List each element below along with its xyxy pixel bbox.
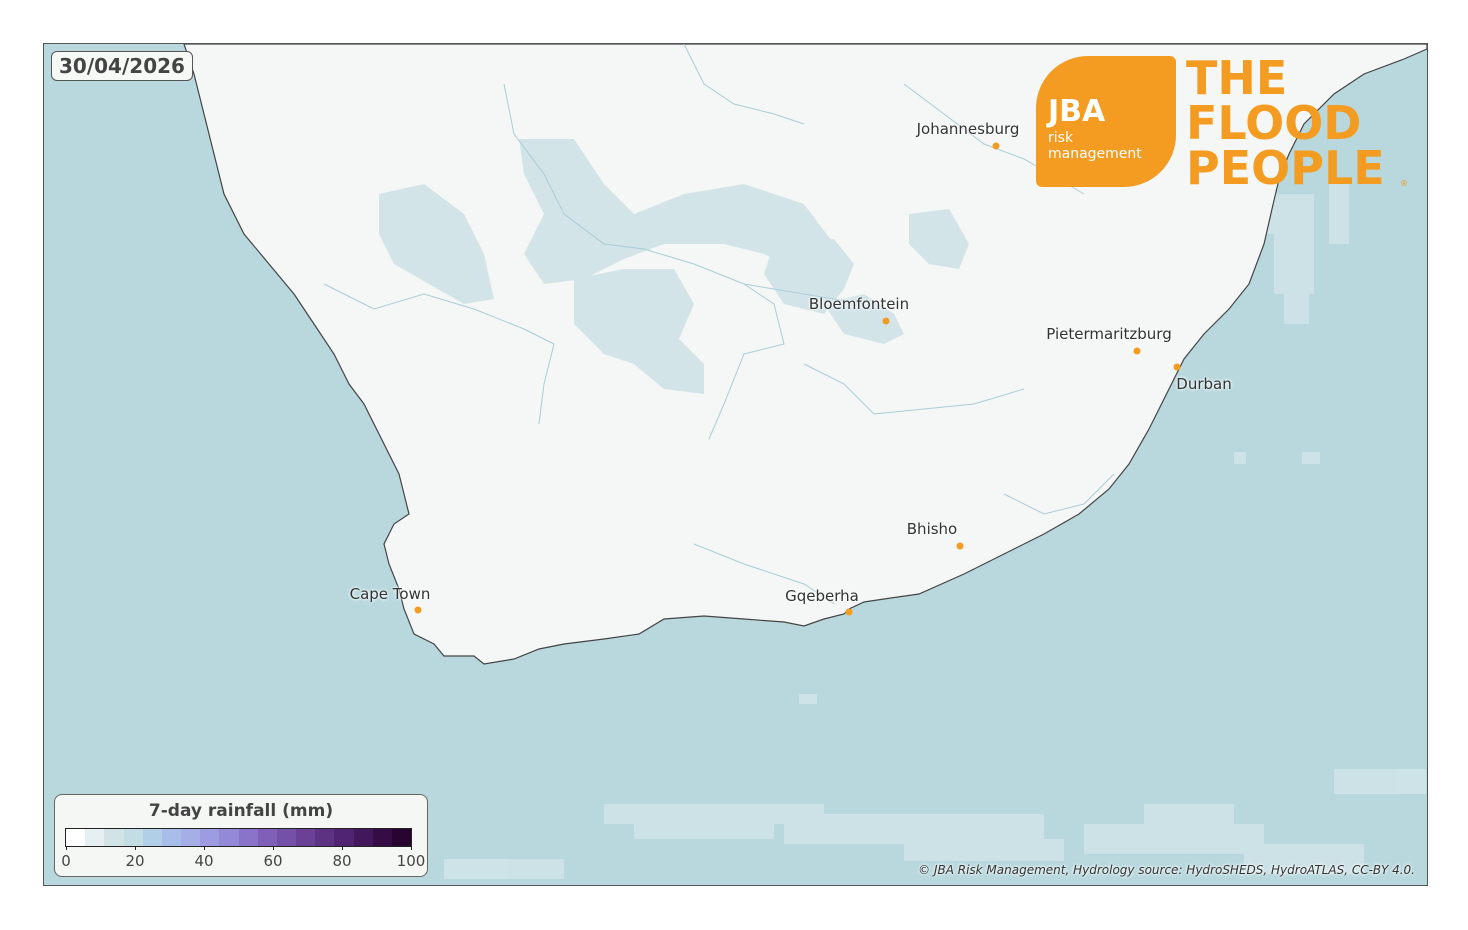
legend-color-step xyxy=(123,829,143,846)
legend-color-step xyxy=(66,829,86,846)
attribution-credit: © JBA Risk Management, Hydrology source:… xyxy=(918,863,1415,877)
city-label-gqeberha: Gqeberha xyxy=(785,587,859,605)
legend-color-step xyxy=(315,829,335,846)
legend-color-step xyxy=(372,829,392,846)
city-marker-johannesburg[interactable] xyxy=(992,142,1000,150)
legend-tick-label: 100 xyxy=(396,852,426,870)
jba-logo-badge: JBA risk management xyxy=(1036,56,1176,187)
rainfall-legend: 7-day rainfall (mm) 0 20 40 60 80 100 xyxy=(54,794,428,877)
map-frame[interactable]: 30/04/2026 Johannesburg Bloemfontein Pie… xyxy=(43,43,1428,886)
legend-color-step xyxy=(296,829,316,846)
legend-tick-mark xyxy=(342,846,343,850)
legend-color-step xyxy=(334,829,354,846)
legend-tick-mark xyxy=(66,846,67,850)
legend-tick-label: 60 xyxy=(263,852,283,870)
legend-tick-label: 40 xyxy=(194,852,214,870)
city-label-durban: Durban xyxy=(1176,375,1232,393)
legend-color-step xyxy=(391,829,412,846)
city-label-bhisho: Bhisho xyxy=(906,520,958,538)
city-label-cape-town: Cape Town xyxy=(349,585,431,603)
city-marker-bhisho[interactable] xyxy=(956,542,964,550)
city-label-johannesburg: Johannesburg xyxy=(916,120,1020,138)
legend-color-step xyxy=(85,829,105,846)
city-marker-gqeberha[interactable] xyxy=(845,608,853,616)
legend-tick-mark xyxy=(273,846,274,850)
city-label-bloemfontein: Bloemfontein xyxy=(808,295,910,313)
flood-people-line-2: FLOOD xyxy=(1186,96,1362,150)
registered-mark: ® xyxy=(1400,179,1408,188)
jba-logo-subtitle: risk management xyxy=(1048,130,1142,162)
legend-color-step xyxy=(142,829,162,846)
city-marker-cape-town[interactable] xyxy=(414,606,422,614)
legend-color-step xyxy=(200,829,220,846)
date-badge: 30/04/2026 xyxy=(51,51,193,81)
flood-people-line-1: THE xyxy=(1186,51,1288,105)
legend-tick-mark xyxy=(135,846,136,850)
legend-color-step xyxy=(161,829,182,846)
city-marker-pietermaritzburg[interactable] xyxy=(1133,347,1141,355)
city-marker-durban[interactable] xyxy=(1173,363,1181,371)
city-marker-bloemfontein[interactable] xyxy=(882,317,890,325)
legend-color-step xyxy=(238,829,258,846)
legend-colorbar xyxy=(65,828,412,847)
legend-tick-mark xyxy=(411,846,412,850)
legend-color-step xyxy=(276,829,297,846)
legend-color-step xyxy=(104,829,124,846)
legend-color-step xyxy=(353,829,373,846)
flood-people-line-3: PEOPLE xyxy=(1186,141,1385,195)
legend-title: 7-day rainfall (mm) xyxy=(148,801,334,821)
legend-tick-label: 0 xyxy=(61,852,71,870)
legend-color-step xyxy=(219,829,239,846)
flood-people-wordmark: THE FLOOD PEOPLE xyxy=(1186,51,1385,195)
legend-tick-label: 80 xyxy=(332,852,352,870)
legend-tick-label: 20 xyxy=(125,852,145,870)
legend-color-step xyxy=(181,829,201,846)
city-label-pietermaritzburg: Pietermaritzburg xyxy=(1046,325,1172,343)
legend-color-step xyxy=(257,829,277,846)
legend-tick-mark xyxy=(204,846,205,850)
jba-logo-wordmark: JBA xyxy=(1048,94,1106,129)
